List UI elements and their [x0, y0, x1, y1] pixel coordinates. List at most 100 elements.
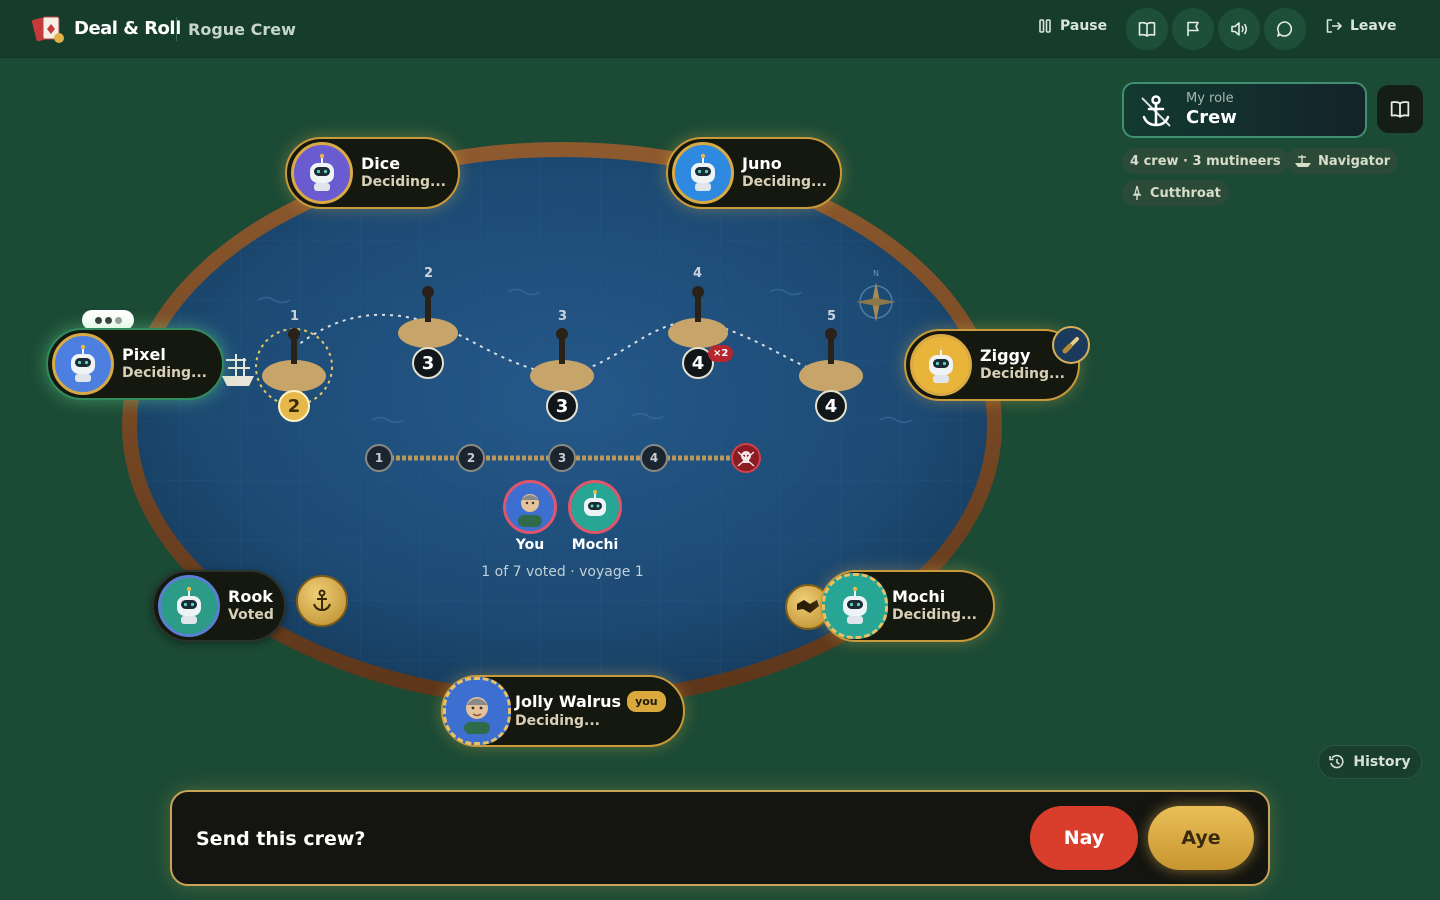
avatar — [568, 480, 622, 534]
role-label: My role — [1186, 91, 1234, 106]
dagger-icon — [1133, 185, 1141, 200]
vote-question: Send this crew? — [196, 828, 366, 850]
role-value: Crew — [1186, 107, 1237, 128]
player-seat-dice[interactable]: Dice Deciding... — [285, 137, 460, 209]
track-node: 4 — [640, 444, 668, 472]
player-seat-mochi[interactable]: Mochi Deciding... — [820, 570, 995, 642]
island-number: 3 — [558, 309, 568, 324]
anchor-icon — [1141, 95, 1171, 127]
skull-node — [731, 443, 761, 473]
navigator-chip: Navigator — [1286, 148, 1399, 174]
divider — [176, 17, 177, 41]
island-4 — [668, 286, 728, 348]
compass-north-label: N — [873, 269, 879, 278]
handshake-icon — [797, 600, 819, 613]
ship-icon — [1295, 155, 1311, 167]
island-number: 4 — [693, 266, 703, 281]
role-guide-button[interactable] — [1377, 85, 1423, 133]
avatar — [503, 480, 557, 534]
proposed-crew-member: You — [500, 480, 560, 553]
book-icon — [1138, 21, 1156, 37]
player-name: Jolly Walrus — [515, 692, 622, 711]
room-name: Rogue Crew — [188, 20, 296, 39]
robot-avatar — [822, 573, 888, 639]
compass-rose-icon — [856, 282, 896, 322]
player-seat-jolly-walrus[interactable]: Jolly Walrus you Deciding... — [441, 675, 685, 747]
island-number: 5 — [827, 309, 837, 324]
sound-button[interactable] — [1218, 8, 1260, 50]
player-seat-juno[interactable]: Juno Deciding... — [666, 137, 842, 209]
history-label: History — [1353, 754, 1411, 770]
player-name: Mochi — [892, 587, 946, 606]
island-number: 1 — [290, 309, 300, 324]
crew-size-badge-current: 2 — [278, 390, 310, 422]
double-fail-badge: ×2 — [708, 345, 734, 362]
proposed-crew-member: Mochi — [565, 480, 625, 553]
robot-avatar — [910, 334, 972, 396]
crew-size-badge: 3 — [546, 390, 578, 422]
player-seat-pixel[interactable]: Pixel Deciding... — [46, 328, 224, 400]
my-role-card[interactable]: My role Crew — [1122, 82, 1367, 138]
chat-button[interactable] — [1264, 8, 1306, 50]
player-name: Rook — [228, 587, 273, 606]
flag-icon — [1187, 21, 1199, 36]
player-seat-rook[interactable]: Rook Voted — [152, 570, 286, 642]
robot-avatar — [52, 333, 114, 395]
navigator-text: Navigator — [1318, 153, 1391, 169]
crew-size-badge: 4 — [815, 390, 847, 422]
report-button[interactable] — [1172, 8, 1214, 50]
leave-button[interactable]: Leave — [1326, 18, 1396, 34]
walrus-avatar — [443, 677, 511, 745]
anchor-icon — [313, 589, 331, 612]
vote-progress-text: 1 of 7 voted · voyage 1 — [481, 564, 644, 580]
pause-button[interactable]: Pause — [1038, 18, 1107, 34]
nay-button[interactable]: Nay — [1030, 806, 1138, 870]
spyglass-icon — [1052, 326, 1090, 364]
pause-label: Pause — [1060, 18, 1108, 34]
crew-member-name: You — [515, 537, 545, 553]
player-name: Dice — [361, 154, 401, 173]
player-name: Juno — [742, 154, 782, 173]
track-node: 1 — [365, 444, 393, 472]
island-number: 2 — [424, 266, 434, 281]
you-badge: you — [627, 691, 666, 712]
sound-icon — [1231, 22, 1247, 36]
crew-size-badge: 3 — [412, 347, 444, 379]
top-bar: Deal & Roll Rogue Crew Pause Leave — [0, 0, 1440, 58]
island-3 — [530, 328, 594, 392]
history-icon — [1329, 754, 1344, 769]
app-name: Deal & Roll — [74, 18, 181, 39]
player-status: Deciding... — [980, 366, 1065, 382]
track-node: 3 — [548, 444, 576, 472]
track-node: 2 — [457, 444, 485, 472]
book-icon — [1390, 101, 1410, 118]
player-status: Deciding... — [361, 174, 446, 190]
island-5 — [799, 328, 863, 392]
history-button[interactable]: History — [1318, 745, 1422, 779]
island-2 — [398, 286, 458, 348]
wave-marks — [257, 288, 913, 424]
robot-avatar — [158, 575, 220, 637]
team-composition-text: 4 crew · 3 mutineers — [1130, 153, 1281, 169]
cards-logo-icon — [32, 14, 66, 44]
player-status: Deciding... — [515, 713, 600, 729]
robot-avatar — [672, 142, 734, 204]
player-status: Deciding... — [742, 174, 827, 190]
aye-button[interactable]: Aye — [1148, 806, 1254, 870]
cutthroat-text: Cutthroat — [1150, 185, 1221, 201]
pause-icon — [1039, 19, 1051, 33]
crew-member-name: Mochi — [571, 537, 619, 553]
robot-avatar — [291, 142, 353, 204]
ship-icon — [222, 354, 254, 386]
player-status: Deciding... — [122, 365, 207, 381]
vote-panel: Send this crew? Nay Aye — [170, 790, 1270, 886]
anchor-token — [296, 575, 348, 627]
cutthroat-chip: Cutthroat — [1122, 180, 1229, 206]
player-name: Pixel — [122, 345, 166, 364]
player-status: Deciding... — [892, 607, 977, 623]
typing-indicator — [82, 310, 134, 330]
chat-icon — [1277, 21, 1293, 37]
skull-icon — [737, 451, 755, 467]
team-composition-chip: 4 crew · 3 mutineers — [1122, 148, 1289, 174]
rules-book-button[interactable] — [1126, 8, 1168, 50]
